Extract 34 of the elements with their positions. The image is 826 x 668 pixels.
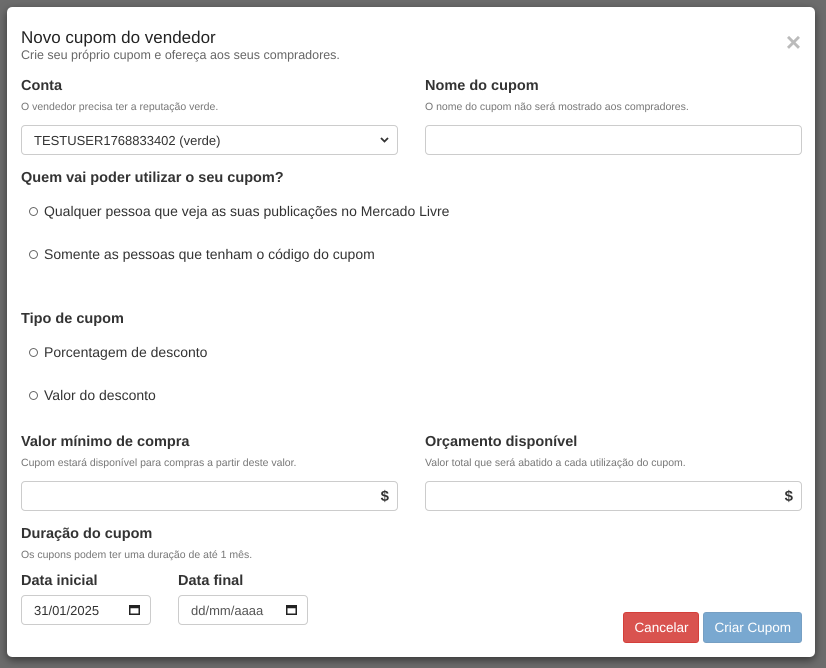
field-label: Orçamento disponível (425, 433, 578, 451)
date-field[interactable]: dd/mm/aaaa (178, 595, 308, 625)
radio-label[interactable]: Qualquer pessoa que veja as suas publicações no Mercado Livre (44, 203, 450, 219)
radio-button[interactable] (29, 390, 38, 400)
dialog-subtitle: Crie seu próprio cupom e ofereça aos seus compradores. (21, 48, 340, 63)
field-label: Valor mínimo de compra (21, 433, 190, 451)
amount-field[interactable]: $ (425, 481, 802, 511)
section-label: Tipo de cupom (21, 310, 125, 328)
help-text: Os cupons podem ter uma duração de até 1 mês. (21, 549, 254, 562)
date-field[interactable]: 31/01/2025 (21, 595, 151, 625)
account-select[interactable]: TESTUSER1768833402 (verde) (21, 125, 398, 155)
calendar-icon (286, 605, 297, 615)
section-label: Quem vai poder utilizar o seu cupom? (21, 169, 285, 187)
radio-button[interactable] (29, 348, 38, 356)
help-text: O vendedor precisa ter a reputação verde. (21, 101, 220, 114)
radio-button[interactable] (29, 250, 38, 258)
field-label: Conta (21, 77, 64, 95)
coupon-name-field[interactable] (425, 125, 802, 155)
amount-field[interactable]: $ (21, 481, 398, 511)
help-text: Cupom estará disponível para compras a partir deste valor. (21, 457, 298, 470)
radio-label[interactable]: Valor do desconto (44, 387, 156, 403)
radio-label[interactable]: Somente as pessoas que tenham o código do cupom (44, 246, 375, 262)
field-label: Data final (178, 572, 244, 590)
field-label: Nome do cupom (425, 77, 540, 95)
cancel-button[interactable]: Cancelar (623, 612, 700, 643)
calendar-icon (129, 605, 140, 615)
section-label: Duração do cupom (21, 525, 154, 543)
chevron-down-icon (380, 137, 389, 143)
dialog-title: Novo cupom do vendedor (21, 28, 216, 48)
field-label: Data inicial (21, 572, 99, 590)
help-text: Valor total que será abatido a cada utilização do cupom. (425, 457, 687, 470)
radio-label[interactable]: Porcentagem de desconto (44, 344, 208, 360)
help-text: O nome do cupom não será mostrado aos compradores. (425, 101, 690, 114)
radio-button[interactable] (29, 206, 38, 216)
